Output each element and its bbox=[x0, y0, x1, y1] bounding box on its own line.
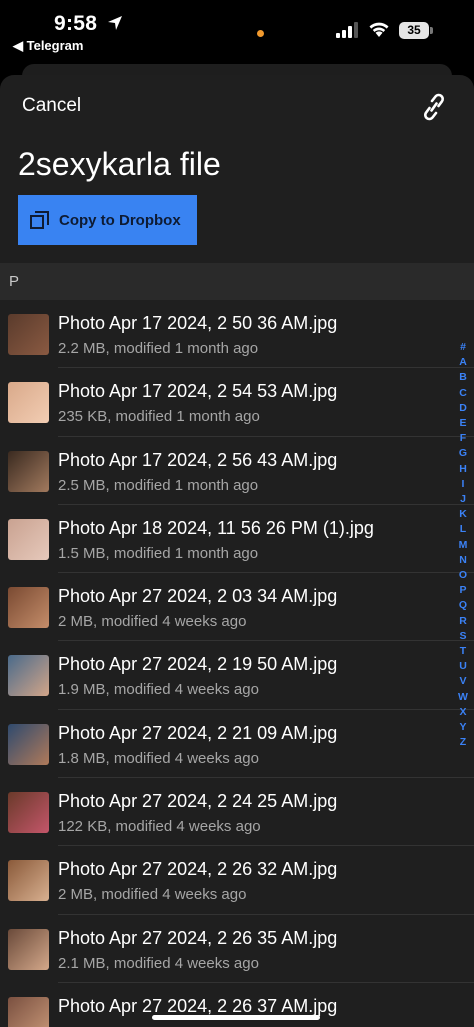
index-letter[interactable]: I bbox=[462, 477, 465, 492]
index-letter[interactable]: # bbox=[460, 340, 466, 355]
index-letter[interactable]: L bbox=[460, 522, 466, 537]
file-picker-sheet: Cancel 2sexykarla file Copy to Dropbox P… bbox=[0, 75, 474, 1027]
location-arrow-icon bbox=[108, 16, 122, 30]
index-letter[interactable]: C bbox=[459, 386, 467, 401]
index-letter[interactable]: P bbox=[459, 583, 466, 598]
index-letter[interactable]: G bbox=[459, 446, 467, 461]
file-thumbnail bbox=[8, 792, 49, 834]
file-row[interactable]: Photo Apr 27 2024, 2 26 37 AM.jpg bbox=[0, 983, 474, 1027]
status-time: 9:58 bbox=[54, 12, 98, 35]
file-list: Photo Apr 17 2024, 2 50 36 AM.jpg 2.2 MB,… bbox=[0, 300, 474, 1027]
file-name: Photo Apr 27 2024, 2 26 35 AM.jpg bbox=[58, 927, 338, 948]
index-letter[interactable]: V bbox=[459, 674, 466, 689]
file-meta: 1.9 MB, modified 4 weeks ago bbox=[58, 681, 259, 699]
battery-icon: 35 bbox=[399, 22, 433, 39]
file-thumbnail bbox=[8, 860, 49, 902]
link-icon[interactable] bbox=[421, 93, 447, 121]
index-letter[interactable]: M bbox=[459, 538, 468, 553]
file-row[interactable]: Photo Apr 17 2024, 2 50 36 AM.jpg 2.2 MB,… bbox=[0, 300, 474, 369]
index-letter[interactable]: K bbox=[459, 507, 467, 522]
index-letter[interactable]: D bbox=[459, 401, 467, 416]
alphabet-index[interactable]: # A B C D E F G H I J K L M N O P Q R S T U V W X Y Z bbox=[456, 340, 470, 750]
file-thumbnail bbox=[8, 587, 49, 629]
file-meta: 235 KB, modified 1 month ago bbox=[58, 408, 260, 426]
file-name: Photo Apr 17 2024, 2 50 36 AM.jpg bbox=[58, 313, 338, 333]
index-letter[interactable]: F bbox=[460, 431, 466, 446]
file-name: Photo Apr 27 2024, 2 21 09 AM.jpg bbox=[58, 722, 338, 743]
index-letter[interactable]: O bbox=[459, 568, 467, 583]
file-thumbnail bbox=[8, 928, 49, 970]
file-thumbnail bbox=[8, 996, 49, 1027]
copy-to-dropbox-button[interactable]: Copy to Dropbox bbox=[18, 195, 197, 245]
section-header: P bbox=[0, 263, 474, 300]
file-thumbnail bbox=[8, 450, 49, 492]
cellular-signal-icon bbox=[336, 22, 358, 38]
file-thumbnail bbox=[8, 655, 49, 697]
index-letter[interactable]: J bbox=[460, 492, 466, 507]
back-to-telegram-link[interactable]: ◀ Telegram bbox=[13, 38, 83, 54]
file-row[interactable]: Photo Apr 17 2024, 2 54 53 AM.jpg 235 KB,… bbox=[0, 368, 474, 437]
file-row[interactable]: Photo Apr 27 2024, 2 03 34 AM.jpg 2 MB, m… bbox=[0, 573, 474, 642]
cancel-button[interactable]: Cancel bbox=[22, 95, 81, 117]
file-row[interactable]: Photo Apr 27 2024, 2 24 25 AM.jpg 122 KB,… bbox=[0, 778, 474, 847]
index-letter[interactable]: N bbox=[459, 553, 467, 568]
wifi-icon bbox=[369, 22, 389, 37]
file-row[interactable]: Photo Apr 27 2024, 2 26 32 AM.jpg 2 MB, m… bbox=[0, 846, 474, 915]
file-meta: 1.5 MB, modified 1 month ago bbox=[58, 544, 259, 562]
privacy-indicator-dot bbox=[257, 30, 264, 37]
file-row[interactable]: Photo Apr 17 2024, 2 56 43 AM.jpg 2.5 MB,… bbox=[0, 437, 474, 505]
file-row[interactable]: Photo Apr 27 2024, 2 19 50 AM.jpg 1.9 MB,… bbox=[0, 641, 474, 710]
file-row[interactable]: Photo Apr 27 2024, 2 21 09 AM.jpg 1.8 MB,… bbox=[0, 710, 474, 779]
file-meta: 2.1 MB, modified 4 weeks ago bbox=[58, 954, 259, 972]
file-name: Photo Apr 27 2024, 2 26 37 AM.jpg bbox=[58, 995, 338, 1016]
file-meta: 2.2 MB, modified 1 month ago bbox=[58, 340, 259, 357]
index-letter[interactable]: R bbox=[459, 614, 467, 629]
file-name: Photo Apr 27 2024, 2 26 32 AM.jpg bbox=[58, 859, 338, 880]
file-meta: 2 MB, modified 4 weeks ago bbox=[58, 613, 247, 631]
file-meta: 122 KB, modified 4 weeks ago bbox=[58, 818, 261, 836]
status-bar: 9:58 ◀ Telegram 35 bbox=[0, 0, 474, 62]
index-letter[interactable]: A bbox=[459, 355, 467, 370]
file-thumbnail bbox=[8, 518, 49, 560]
page-title: 2sexykarla file bbox=[18, 146, 221, 182]
index-letter[interactable]: E bbox=[459, 416, 466, 431]
index-letter[interactable]: B bbox=[459, 370, 467, 385]
index-letter[interactable]: Z bbox=[460, 735, 466, 750]
file-name: Photo Apr 27 2024, 2 03 34 AM.jpg bbox=[58, 586, 338, 607]
index-letter[interactable]: Y bbox=[459, 720, 466, 735]
file-meta: 2.5 MB, modified 1 month ago bbox=[58, 476, 259, 494]
file-thumbnail bbox=[8, 382, 49, 424]
index-letter[interactable]: Q bbox=[459, 598, 467, 613]
home-indicator[interactable] bbox=[152, 1015, 320, 1020]
copy-to-dropbox-label: Copy to Dropbox bbox=[59, 211, 181, 229]
index-letter[interactable]: X bbox=[459, 705, 466, 720]
battery-level: 35 bbox=[399, 22, 429, 39]
file-name: Photo Apr 17 2024, 2 54 53 AM.jpg bbox=[58, 381, 338, 402]
file-name: Photo Apr 18 2024, 11 56 26 PM (1).jpg bbox=[58, 517, 374, 538]
index-letter[interactable]: S bbox=[459, 629, 466, 644]
file-name: Photo Apr 27 2024, 2 24 25 AM.jpg bbox=[58, 791, 338, 812]
file-thumbnail bbox=[8, 314, 49, 355]
file-name: Photo Apr 17 2024, 2 56 43 AM.jpg bbox=[58, 449, 338, 470]
file-name: Photo Apr 27 2024, 2 19 50 AM.jpg bbox=[58, 654, 338, 675]
file-row[interactable]: Photo Apr 27 2024, 2 26 35 AM.jpg 2.1 MB,… bbox=[0, 915, 474, 983]
file-meta: 1.8 MB, modified 4 weeks ago bbox=[58, 749, 259, 767]
file-row[interactable]: Photo Apr 18 2024, 11 56 26 PM (1).jpg 1.… bbox=[0, 505, 474, 574]
index-letter[interactable]: U bbox=[459, 659, 467, 674]
index-letter[interactable]: H bbox=[459, 462, 467, 477]
copy-icon bbox=[30, 210, 49, 229]
file-thumbnail bbox=[8, 723, 49, 765]
index-letter[interactable]: T bbox=[460, 644, 466, 659]
index-letter[interactable]: W bbox=[458, 690, 468, 705]
file-meta: 2 MB, modified 4 weeks ago bbox=[58, 886, 247, 904]
